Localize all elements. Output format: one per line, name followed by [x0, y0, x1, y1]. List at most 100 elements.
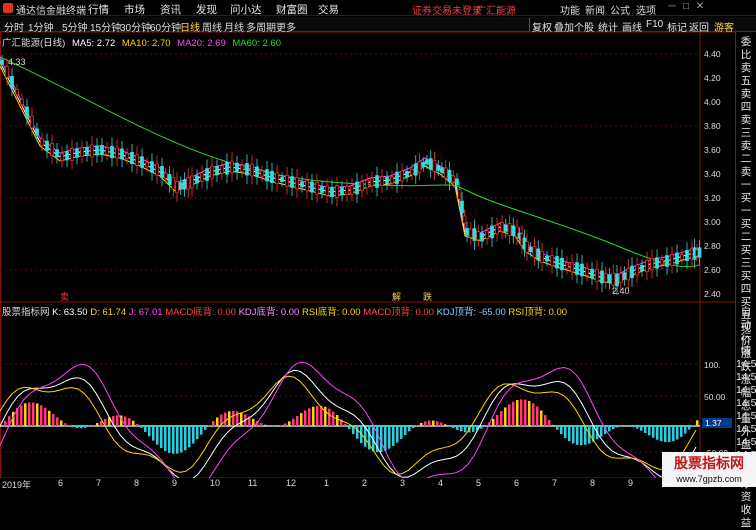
candle-body [426, 160, 429, 164]
osc-bar [500, 411, 503, 426]
candle-body [356, 182, 359, 194]
candle-body [161, 166, 164, 177]
chart-area[interactable]: 4.404.204.003.803.603.403.203.002.802.60… [0, 32, 736, 478]
side-label: 收益 [736, 504, 756, 530]
candle-body [627, 268, 630, 280]
candle-body [422, 162, 425, 166]
candle-body [281, 177, 284, 181]
rsi-top-div: RSI顶背: 0.00 [508, 307, 567, 318]
candle-body [631, 266, 634, 278]
candle-body [326, 186, 329, 195]
candle-body [406, 171, 409, 176]
menu-xiaoda[interactable]: 问小达 [230, 2, 262, 17]
candle-body [151, 162, 154, 173]
osc-axis: 100.50.00-50.00 [704, 360, 728, 458]
candle-body [546, 256, 549, 261]
candle-body [486, 231, 489, 239]
candle-body [251, 164, 254, 176]
login-notice[interactable]: 证券交易未登录 [412, 2, 482, 17]
candle-body [221, 166, 224, 173]
osc-bar [156, 426, 159, 445]
osc-bar [356, 426, 359, 439]
price-tick: 3.40 [704, 169, 721, 179]
candle-body [301, 182, 304, 187]
menu-discover[interactable]: 发现 [196, 2, 217, 17]
di-signal-label: 跌 [423, 292, 432, 302]
rsi-bottom-div: RSI底背: 0.00 [302, 307, 361, 318]
menu-fortune[interactable]: 财富圈 [276, 2, 308, 17]
candle-body [396, 172, 399, 184]
osc-bar [88, 426, 91, 427]
price-tick: 4.20 [704, 73, 721, 83]
menu-news[interactable]: 资讯 [160, 2, 181, 17]
candle-body [179, 183, 182, 189]
candle-body [433, 160, 436, 171]
candle-body [266, 170, 269, 181]
menu-options[interactable]: 选项 [636, 2, 656, 17]
app-logo-icon [3, 3, 13, 13]
candle-body [619, 274, 622, 283]
candle-body [226, 162, 229, 174]
candle-body [164, 173, 167, 178]
osc-bar [548, 420, 551, 426]
candle-body [477, 232, 480, 240]
candle-body [491, 226, 494, 238]
osc-bar [80, 426, 83, 428]
candle-body [366, 180, 369, 187]
osc-bar [680, 426, 683, 437]
candle-body [91, 145, 94, 157]
price-tick: 2.40 [704, 289, 721, 299]
osc-bar [328, 409, 331, 426]
osc-bar [556, 426, 559, 430]
candle-body [444, 168, 447, 178]
osc-bar [696, 420, 699, 426]
osc-bar [136, 424, 139, 426]
menu-news-right[interactable]: 新闻 [585, 2, 605, 17]
main-panel-border [1, 32, 736, 302]
osc-bar [208, 425, 211, 426]
osc-bar [168, 426, 171, 453]
candle-body [561, 258, 564, 270]
restore-icon[interactable]: □ [680, 1, 692, 14]
osc-bar [668, 426, 671, 442]
candle-body [51, 144, 54, 156]
ma5-line [0, 62, 700, 280]
candle-body [381, 176, 384, 185]
osc-bar [52, 414, 55, 426]
menu-formula[interactable]: 公式 [610, 2, 630, 17]
candle-body [656, 258, 659, 269]
osc-bar [464, 426, 467, 432]
menu-quote[interactable]: 行情 [88, 2, 109, 17]
candle-body [386, 177, 389, 183]
candle-body [46, 141, 49, 150]
osc-bar [460, 426, 463, 431]
candle-body [206, 169, 209, 181]
close-icon[interactable]: ✕ [694, 1, 706, 14]
osc-bar [688, 426, 691, 430]
side-label: 买一 [736, 192, 756, 218]
side-label[interactable]: 行情 [736, 332, 756, 358]
side-label: 卖三 [736, 114, 756, 140]
osc-bar [32, 402, 35, 426]
side-label: 卖一 [736, 166, 756, 192]
menu-function[interactable]: 功能 [560, 2, 580, 17]
candle-body [286, 175, 289, 186]
minimize-icon[interactable]: ─ [666, 1, 678, 14]
indicator-name[interactable]: 股票指标网 [2, 307, 50, 318]
price-tick: 2.80 [704, 241, 721, 251]
osc-bar [516, 400, 519, 426]
btn-f10[interactable]: F10 [646, 19, 663, 30]
candle-body [31, 116, 34, 128]
menu-trade[interactable]: 交易 [318, 2, 339, 17]
candle-body [661, 260, 664, 264]
candle-body [136, 155, 139, 166]
osc-current-value: 1.37 [705, 418, 722, 428]
osc-bar [532, 403, 535, 426]
osc-bar [20, 405, 23, 426]
osc-bar [72, 426, 75, 427]
side-label[interactable]: 自动 [736, 306, 756, 332]
d-value: D: 61.74 [90, 307, 126, 318]
low-price-label: 2.40 [612, 286, 630, 296]
side-label: 买四 [736, 270, 756, 296]
menu-market[interactable]: 市场 [124, 2, 145, 17]
